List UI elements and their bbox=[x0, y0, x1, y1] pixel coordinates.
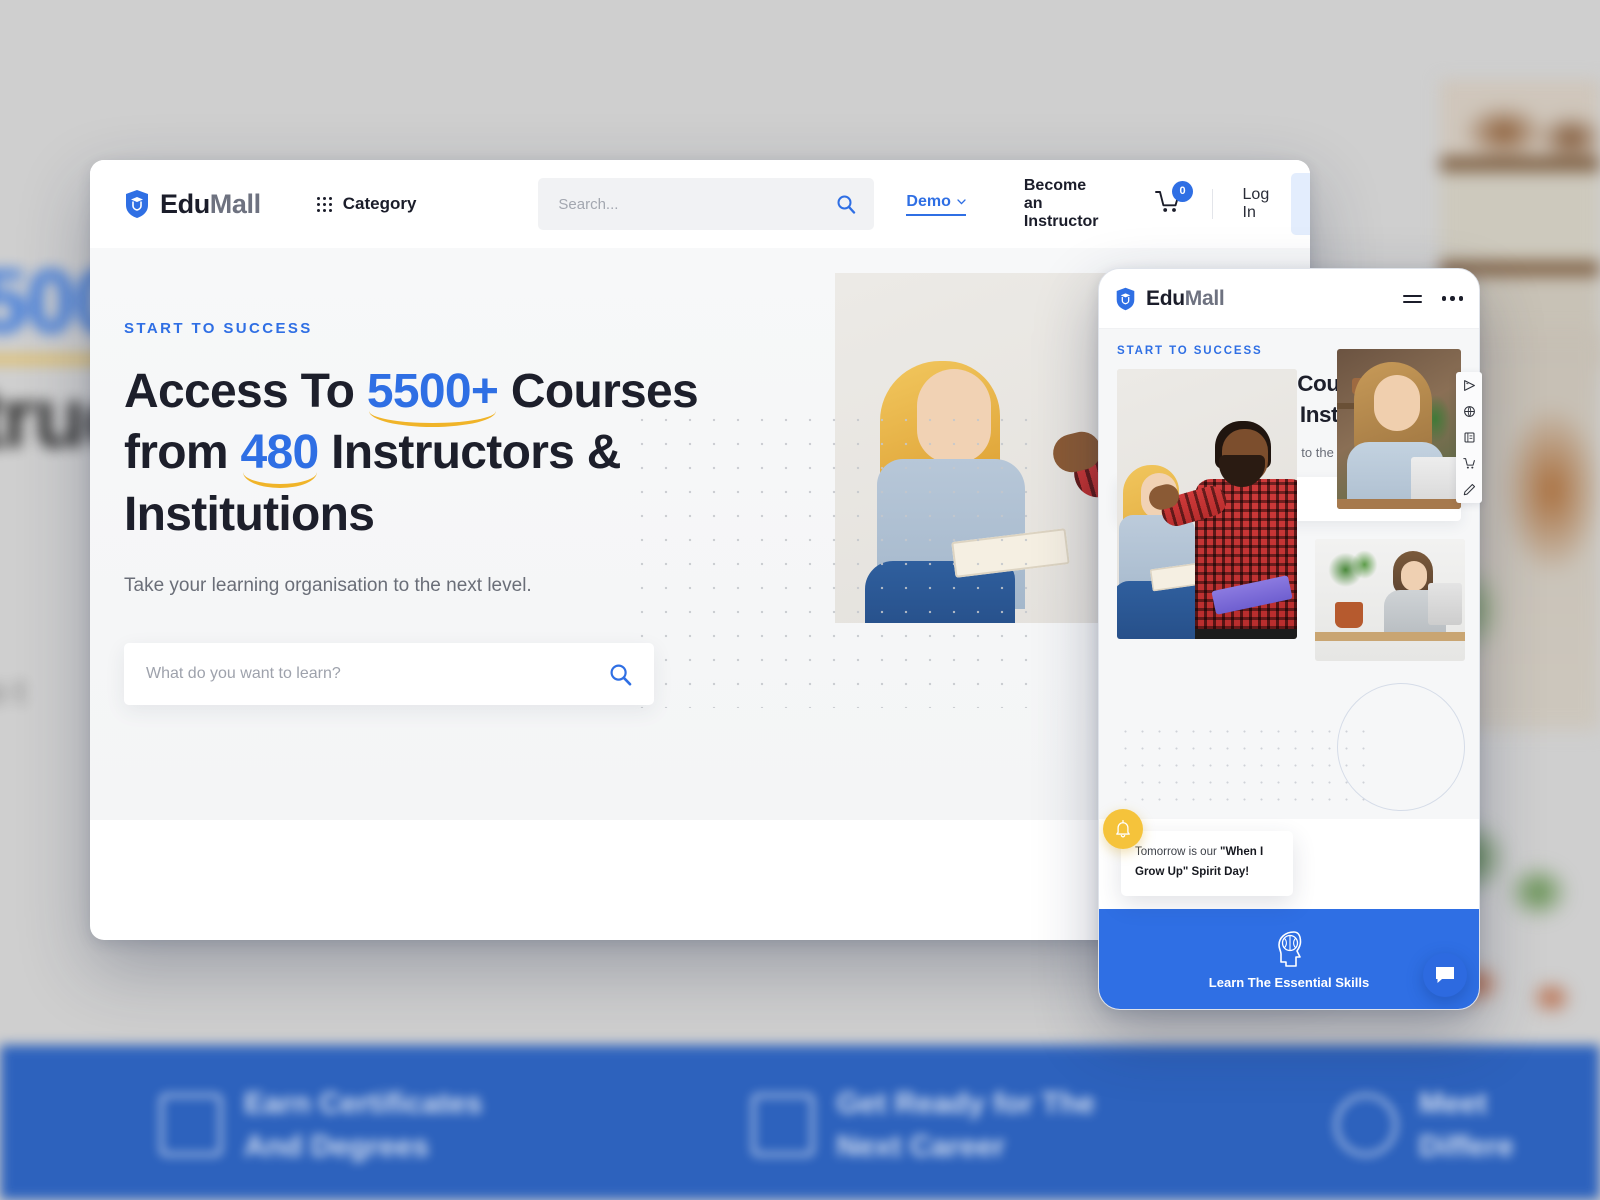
background-feature-label: Meet Differe bbox=[1419, 1082, 1514, 1169]
cart-button[interactable]: 0 bbox=[1155, 180, 1194, 219]
signup-button[interactable]: Sign Up bbox=[1291, 173, 1310, 235]
hero-heading-part1: Access To bbox=[124, 365, 367, 418]
cart-icon[interactable] bbox=[1462, 457, 1476, 470]
background-feature-list: Earn Certificates And Degrees Get Ready … bbox=[0, 1050, 1600, 1200]
background-feature-line2: Differe bbox=[1418, 1130, 1514, 1163]
chat-button[interactable] bbox=[1423, 953, 1467, 997]
background-feature-line1: Meet bbox=[1418, 1086, 1488, 1120]
desktop-navbar: EduMall Category Demo Become an Instruct… bbox=[90, 160, 1310, 248]
nav-demo-label: Demo bbox=[906, 192, 951, 210]
edumall-shield-logo-icon bbox=[126, 190, 148, 218]
mobile-notification-text-prefix: Tomorrow is our bbox=[1135, 846, 1220, 858]
background-feature-label: Earn Certificates And Degrees bbox=[244, 1082, 482, 1169]
hero-heading: Access To 5500+ Courses from 480 Instruc… bbox=[124, 361, 744, 545]
people-icon bbox=[1334, 1094, 1397, 1156]
document-graduate-icon bbox=[752, 1094, 815, 1156]
login-button[interactable]: Log In bbox=[1243, 186, 1270, 222]
navbar-right: Demo Become an Instructor 0 Log In Sign … bbox=[906, 173, 1310, 235]
mobile-decorative-circle bbox=[1337, 683, 1465, 811]
hero-kicker: START TO SUCCESS bbox=[124, 320, 313, 337]
background-feature-item: Get Ready for The Next Career bbox=[752, 1082, 1095, 1169]
background-feature-line2: And Degrees bbox=[244, 1130, 430, 1163]
logo-text-light: Mall bbox=[209, 188, 261, 219]
logo-text-bold: Edu bbox=[160, 188, 210, 219]
globe-icon[interactable] bbox=[1463, 405, 1476, 418]
nav-item-demo[interactable]: Demo bbox=[906, 192, 966, 216]
mobile-photo-woman-laptop bbox=[1337, 349, 1461, 509]
mobile-features-bar[interactable]: Learn The Essential Skills bbox=[1099, 909, 1479, 1009]
hero-search-box[interactable] bbox=[124, 643, 654, 706]
chat-bubble-icon bbox=[1436, 967, 1454, 983]
background-feature-line1: Get Ready for The bbox=[836, 1086, 1095, 1120]
nav-item-become-instructor[interactable]: Become an Instructor bbox=[1024, 177, 1099, 231]
bell-icon bbox=[1116, 819, 1130, 838]
hero-search-input[interactable] bbox=[146, 665, 609, 684]
search-icon[interactable] bbox=[609, 663, 632, 686]
brain-head-icon bbox=[1278, 930, 1302, 967]
mobile-feature-label: Learn The Essential Skills bbox=[1208, 974, 1370, 990]
background-feature-line1: Earn Certificates bbox=[244, 1086, 483, 1120]
background-feature-item: Meet Differe bbox=[1334, 1082, 1514, 1169]
search-input[interactable] bbox=[558, 195, 837, 213]
hamburger-icon[interactable] bbox=[1402, 291, 1422, 307]
certificate-icon bbox=[160, 1094, 222, 1156]
mobile-notification-bell-badge[interactable] bbox=[1103, 809, 1143, 849]
pen-icon[interactable] bbox=[1463, 483, 1476, 496]
hero-subtitle: Take your learning organisation to the n… bbox=[124, 575, 532, 597]
background-feature-label: Get Ready for The Next Career bbox=[836, 1082, 1094, 1169]
search-icon[interactable] bbox=[836, 194, 856, 214]
logo-text: EduMall bbox=[160, 189, 261, 220]
hero-heading-number-instructors: 480 bbox=[240, 426, 320, 480]
logo[interactable]: EduMall bbox=[124, 189, 261, 220]
mobile-notification-card: Tomorrow is our "When I Grow Up" Spirit … bbox=[1121, 831, 1293, 897]
more-dots-icon[interactable] bbox=[1441, 296, 1463, 301]
chevron-down-icon bbox=[957, 198, 966, 205]
category-menu-button[interactable]: Category bbox=[316, 194, 417, 214]
mobile-photo-woman-desk bbox=[1315, 539, 1465, 661]
category-label: Category bbox=[342, 194, 417, 213]
mobile-navbar-right bbox=[1402, 291, 1463, 307]
hero-content: START TO SUCCESS Access To 5500+ Courses… bbox=[90, 248, 1310, 706]
book-icon[interactable] bbox=[1463, 431, 1476, 444]
floating-icon-toolbar bbox=[1456, 372, 1482, 503]
hero-heading-number-courses: 5500+ bbox=[366, 365, 499, 418]
ruler-icon[interactable] bbox=[1463, 379, 1476, 392]
search-box[interactable] bbox=[538, 178, 875, 230]
grid-icon bbox=[316, 196, 332, 212]
background-feature-item: Earn Certificates And Degrees bbox=[160, 1082, 482, 1169]
cart-count-badge: 0 bbox=[1172, 180, 1194, 202]
background-feature-line2: Next Career bbox=[836, 1130, 1005, 1163]
